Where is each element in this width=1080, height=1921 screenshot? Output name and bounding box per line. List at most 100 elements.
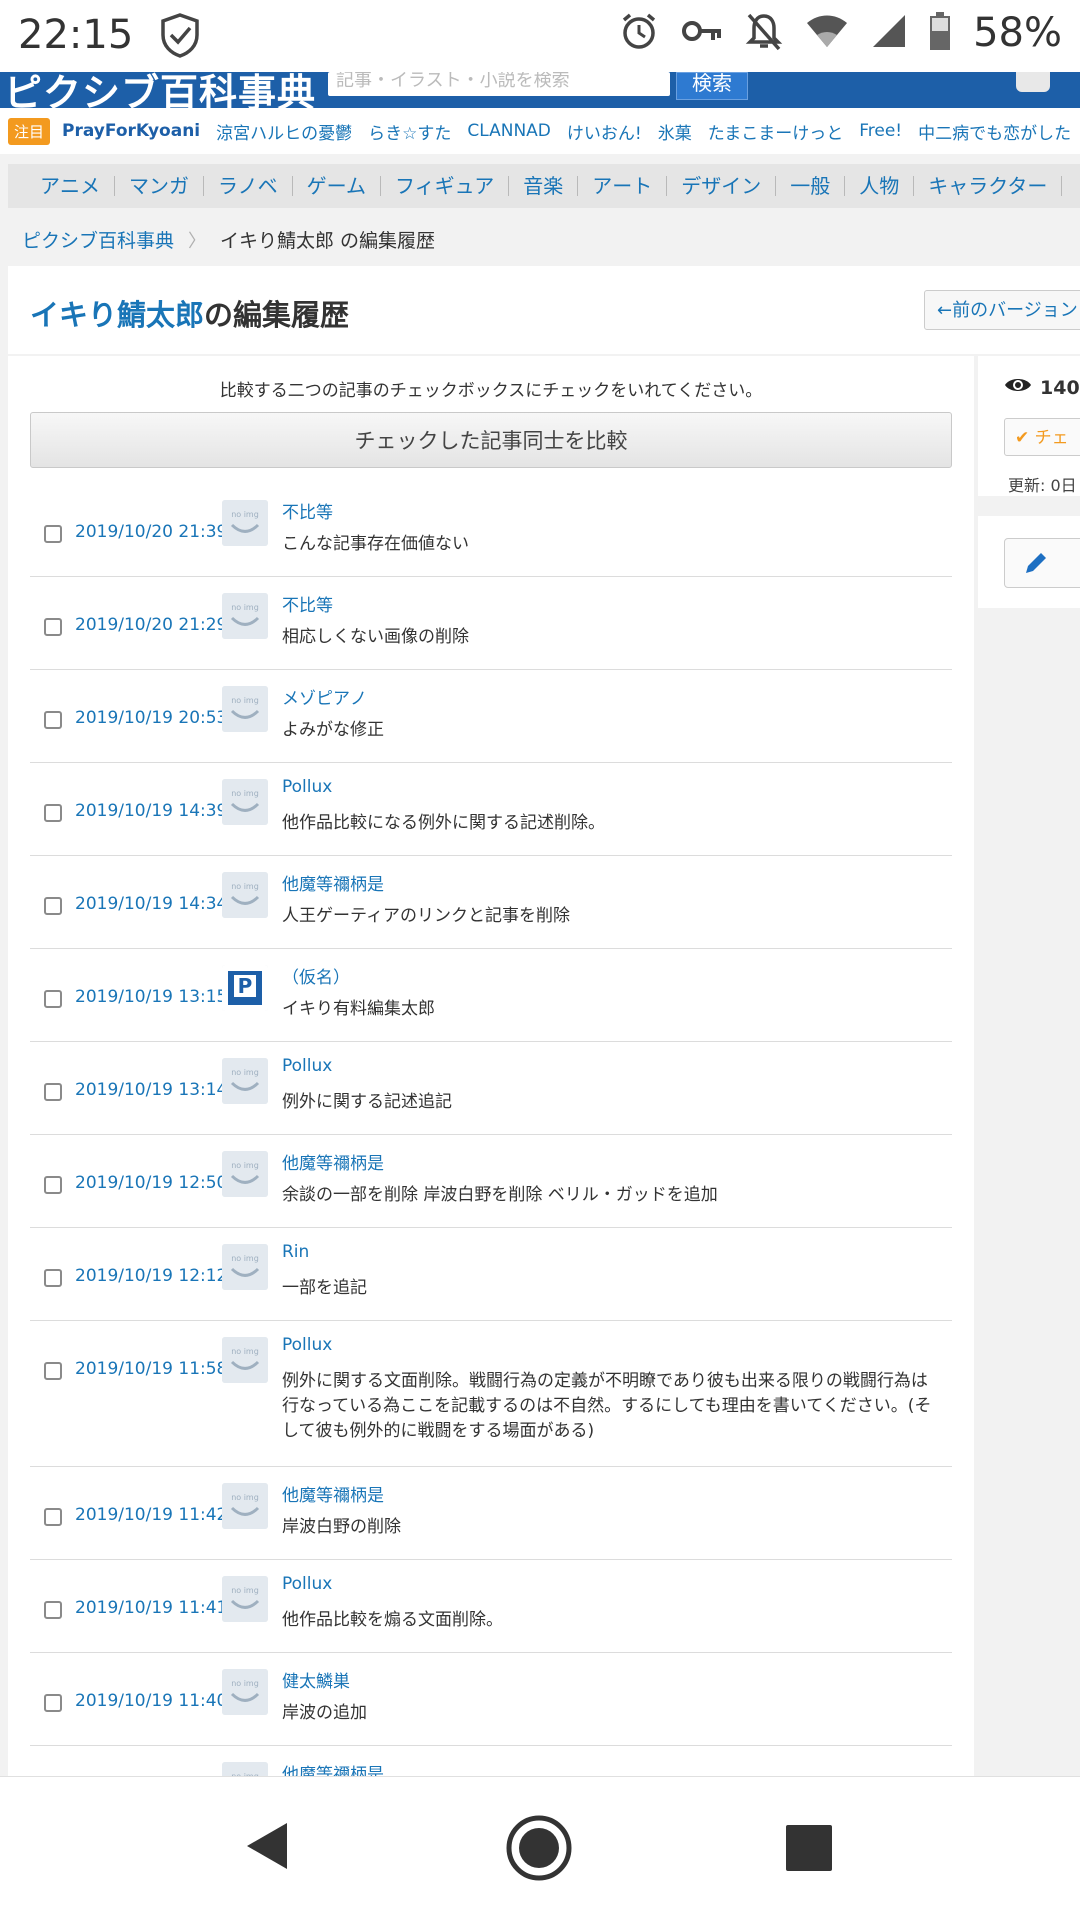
category-character[interactable]: キャラクター xyxy=(914,176,1063,196)
compare-checkbox[interactable] xyxy=(44,1601,62,1619)
status-bar: 22:15 58% xyxy=(0,0,1080,72)
user-avatar[interactable]: no img xyxy=(222,872,268,918)
revision-date-link[interactable]: 2019/10/19 11:40 xyxy=(75,1691,227,1711)
revision-date-link[interactable]: 2019/10/19 12:50 xyxy=(75,1173,227,1193)
category-game[interactable]: ゲーム xyxy=(293,176,382,196)
user-avatar[interactable]: no img xyxy=(222,500,268,546)
revision-date-link[interactable]: 2019/10/19 11:41 xyxy=(75,1598,227,1618)
user-name-link[interactable]: Pollux xyxy=(282,1574,332,1594)
revision-date-link[interactable]: 2019/10/19 20:53 xyxy=(75,708,227,728)
user-avatar[interactable]: no img xyxy=(222,1151,268,1197)
site-logo[interactable]: ピクシブ百科事典 xyxy=(4,72,316,108)
category-light-novel[interactable]: ラノベ xyxy=(204,176,293,196)
tag-link[interactable]: たまこまーけっと xyxy=(708,119,844,144)
user-name-link[interactable]: Pollux xyxy=(282,777,332,797)
user-avatar[interactable]: no img xyxy=(222,1337,268,1383)
previous-version-button[interactable]: ←前のバージョン xyxy=(924,290,1080,330)
user-name-link[interactable]: Rin xyxy=(282,1242,309,1262)
user-avatar[interactable]: no img xyxy=(222,686,268,732)
user-avatar[interactable]: no img xyxy=(222,593,268,639)
category-anime[interactable]: アニメ xyxy=(8,176,115,196)
user-name-link[interactable]: 健太鱗巣 xyxy=(282,1667,350,1692)
user-avatar[interactable]: no img xyxy=(222,1058,268,1104)
breadcrumb-home[interactable]: ピクシブ百科事典 xyxy=(22,226,174,253)
revision-date-link[interactable]: 2019/10/19 13:15 xyxy=(75,987,227,1007)
category-nav: アニメ マンガ ラノベ ゲーム フィギュア 音楽 アート デザイン 一般 人物 … xyxy=(8,164,1080,208)
user-name-link[interactable]: 他魔等禰柄是 xyxy=(282,1149,384,1174)
user-name-link[interactable]: （仮名） xyxy=(282,963,350,988)
tag-link[interactable]: けいおん! xyxy=(567,119,642,144)
revision-date-link[interactable]: 2019/10/19 14:34 xyxy=(75,894,227,914)
compare-checkbox[interactable] xyxy=(44,1176,62,1194)
tag-link[interactable]: PrayForKyoani xyxy=(62,121,200,141)
recent-apps-icon[interactable] xyxy=(786,1825,832,1871)
category-art[interactable]: アート xyxy=(578,176,668,196)
user-avatar[interactable]: no img xyxy=(222,1576,268,1622)
category-manga[interactable]: マンガ xyxy=(115,176,204,196)
tag-link[interactable]: Free! xyxy=(859,121,902,141)
tag-link[interactable]: 涼宮ハルヒの憂鬱 xyxy=(216,119,352,144)
compare-checkbox[interactable] xyxy=(44,990,62,1008)
edit-comment: 他作品比較を煽る文面削除。 xyxy=(282,1610,503,1630)
compare-button[interactable]: チェックした記事同士を比較 xyxy=(30,412,952,468)
check-button[interactable]: ✔ チェ xyxy=(1004,418,1080,456)
svg-text:no img: no img xyxy=(231,1586,259,1595)
trending-tags: 注目 PrayForKyoani 涼宮ハルヒの憂鬱 らき☆すた CLANNAD … xyxy=(0,108,1080,154)
compare-checkbox[interactable] xyxy=(44,1508,62,1526)
user-name-link[interactable]: Pollux xyxy=(282,1056,332,1076)
user-avatar[interactable]: no img xyxy=(222,1669,268,1715)
revision-date-link[interactable]: 2019/10/19 11:58 xyxy=(75,1359,227,1379)
revision-date-link[interactable]: 2019/10/19 11:42 xyxy=(75,1505,227,1525)
battery-icon xyxy=(929,11,951,55)
user-avatar[interactable]: no img xyxy=(222,1483,268,1529)
revision-date-link[interactable]: 2019/10/20 21:29 xyxy=(75,615,227,635)
compare-checkbox[interactable] xyxy=(44,1269,62,1287)
svg-text:no img: no img xyxy=(231,510,259,519)
user-avatar[interactable]: P xyxy=(222,965,268,1011)
search-input[interactable]: 記事・イラスト・小説を検索 xyxy=(328,72,670,96)
search-button[interactable]: 検索 xyxy=(676,72,748,100)
tag-link[interactable]: 氷菓 xyxy=(658,119,692,144)
user-name-link[interactable]: 不比等 xyxy=(282,498,333,523)
compare-checkbox[interactable] xyxy=(44,897,62,915)
article-link[interactable]: イキり鯖太郎 xyxy=(30,298,204,332)
compare-checkbox[interactable] xyxy=(44,1083,62,1101)
tag-link[interactable]: 中二病でも恋がした xyxy=(918,119,1071,144)
category-music[interactable]: 音楽 xyxy=(509,176,579,196)
home-icon[interactable] xyxy=(506,1815,572,1885)
sidebar-stats: 1400 ✔ チェ 更新: 0日 xyxy=(978,356,1080,496)
user-name-link[interactable]: 他魔等禰柄是 xyxy=(282,1760,384,1776)
user-name-link[interactable]: 他魔等禰柄是 xyxy=(282,1481,384,1506)
back-icon[interactable] xyxy=(245,1821,289,1875)
category-design[interactable]: デザイン xyxy=(667,176,777,196)
user-avatar[interactable] xyxy=(1016,72,1050,92)
user-avatar[interactable]: no img xyxy=(222,779,268,825)
revision-date-link[interactable]: 2019/10/19 12:12 xyxy=(75,1266,227,1286)
user-name-link[interactable]: 他魔等禰柄是 xyxy=(282,870,384,895)
wifi-icon xyxy=(805,13,849,53)
tag-link[interactable]: CLANNAD xyxy=(467,121,551,141)
status-time: 22:15 xyxy=(18,12,134,58)
tag-link[interactable]: らき☆すた xyxy=(368,119,451,144)
revision-date-link[interactable]: 2019/10/20 21:39 xyxy=(75,522,227,542)
user-name-link[interactable]: 不比等 xyxy=(282,591,333,616)
shield-icon xyxy=(158,12,202,62)
revision-date-link[interactable]: 2019/10/19 14:39 xyxy=(75,801,227,821)
revision-date-link[interactable]: 2019/10/19 13:14 xyxy=(75,1080,227,1100)
compare-checkbox[interactable] xyxy=(44,618,62,636)
compare-checkbox[interactable] xyxy=(44,1694,62,1712)
history-row: 2019/10/19 12:50 no img 他魔等禰柄是 余談の一部を削除 岸波白… xyxy=(30,1135,952,1228)
category-figure[interactable]: フィギュア xyxy=(381,176,510,196)
compare-checkbox[interactable] xyxy=(44,804,62,822)
user-avatar[interactable]: no img xyxy=(222,1244,268,1290)
category-people[interactable]: 人物 xyxy=(845,176,915,196)
edit-comment: 人王ゲーティアのリンクと記事を削除 xyxy=(282,906,570,926)
compare-checkbox[interactable] xyxy=(44,525,62,543)
user-name-link[interactable]: Pollux xyxy=(282,1335,332,1355)
compare-checkbox[interactable] xyxy=(44,1362,62,1380)
user-avatar[interactable]: no img xyxy=(222,1762,268,1776)
edit-button[interactable] xyxy=(1004,538,1080,588)
user-name-link[interactable]: メゾピアノ xyxy=(282,684,367,709)
compare-checkbox[interactable] xyxy=(44,711,62,729)
category-general[interactable]: 一般 xyxy=(776,176,846,196)
